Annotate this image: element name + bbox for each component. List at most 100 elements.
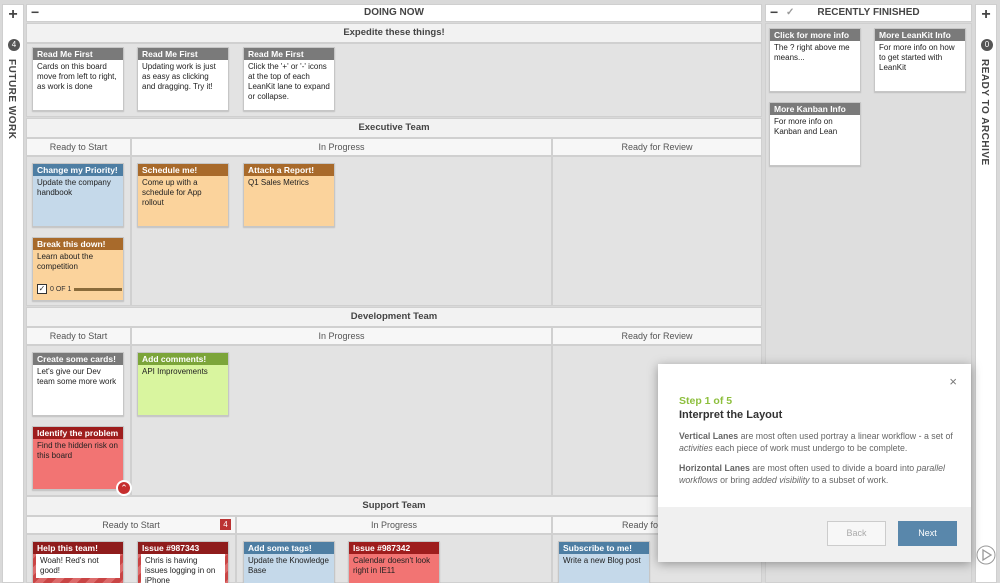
card-help-team[interactable]: Help this team! Woah! Red's not good! [32, 541, 124, 583]
paragraph-text: to a subset of work. [809, 475, 889, 485]
card-title: Click for more info [770, 29, 860, 41]
tour-paragraph-horizontal: Horizontal Lanes are most often used to … [679, 462, 954, 486]
card-title: More LeanKit Info [875, 29, 965, 41]
ready-to-archive-count: 0 [981, 39, 993, 51]
wip-count-badge: 4 [220, 519, 231, 530]
back-button[interactable]: Back [827, 521, 886, 546]
col-ready-for-review[interactable]: Ready for Review [552, 138, 762, 156]
recently-finished-header: − ✓ RECENTLY FINISHED [765, 4, 972, 22]
col-ready-to-start[interactable]: Ready to Start [26, 138, 131, 156]
card-title: Read Me First [138, 48, 228, 60]
card-schedule[interactable]: Schedule me! Come up with a schedule for… [137, 163, 229, 227]
ready-to-archive-lane[interactable]: + 0 READY TO ARCHIVE [975, 4, 997, 583]
doing-now-title: DOING NOW [364, 7, 424, 18]
card-change-priority[interactable]: Change my Priority! Update the company h… [32, 163, 124, 227]
col-ready-to-start[interactable]: Ready to Start 4 [26, 516, 236, 534]
col-ready-for-review[interactable]: Ready for Review [552, 327, 762, 345]
card-title: Change my Priority! [33, 164, 123, 176]
card-read-me-first[interactable]: Read Me First Cards on this board move f… [32, 47, 124, 111]
col-in-progress[interactable]: In Progress [236, 516, 552, 534]
add-lane-icon[interactable]: + [976, 7, 996, 23]
tour-paragraph-vertical: Vertical Lanes are most often used portr… [679, 430, 954, 454]
card-title: More Kanban Info [770, 103, 860, 115]
tour-title: Interpret the Layout [679, 409, 783, 421]
collapse-icon[interactable]: − [31, 5, 39, 20]
checkbox-icon[interactable]: ✓ [37, 284, 47, 294]
card-title: Read Me First [244, 48, 334, 60]
chevron-up-icon[interactable]: ⌃ [116, 480, 132, 496]
card-more-kanban-info[interactable]: More Kanban Info For more info on Kanban… [769, 102, 861, 166]
check-icon: ✓ [786, 7, 795, 18]
doing-now-header: − DOING NOW [26, 4, 762, 22]
close-icon[interactable]: × [949, 374, 957, 389]
col-in-progress[interactable]: In Progress [131, 327, 552, 345]
card-title: Issue #987343 [138, 542, 228, 554]
card-body: Click the '+' or '-' icons at the top of… [248, 62, 330, 101]
card-title: Identify the problem [33, 427, 123, 439]
card-title: Create some cards! [33, 353, 123, 365]
card-title: Add comments! [138, 353, 228, 365]
card-body: The ? right above me means... [774, 43, 850, 62]
card-title: Read Me First [33, 48, 123, 60]
paragraph-text: are most often used to divide a board in… [749, 463, 917, 473]
recently-finished-title: RECENTLY FINISHED [817, 7, 920, 18]
tour-dialog: × Step 1 of 5 Interpret the Layout Verti… [658, 364, 971, 562]
card-body: Calendar doesn't look right in IE11 [353, 556, 431, 575]
lane-support[interactable]: Support Team [26, 496, 762, 516]
card-click-more-info[interactable]: Click for more info The ? right above me… [769, 28, 861, 92]
col-label: Ready to Start [102, 520, 160, 530]
card-title: Help this team! [33, 542, 123, 554]
card-break-down[interactable]: Break this down! Learn about the competi… [32, 237, 124, 301]
emphasis: activities [679, 443, 713, 453]
card-body: Let's give our Dev team some more work [37, 367, 117, 386]
future-work-label: FUTURE WORK [6, 59, 17, 140]
card-body: Cards on this board move from left to ri… [37, 62, 117, 91]
card-title: Subscribe to me! [559, 542, 649, 554]
lane-executive[interactable]: Executive Team [26, 118, 762, 138]
card-add-tags[interactable]: Add some tags! Update the Knowledge Base [243, 541, 335, 583]
card-body: Chris is having issues logging in on iPh… [141, 554, 225, 583]
card-body: For more info on how to get started with… [879, 43, 955, 72]
ready-to-archive-label: READY TO ARCHIVE [979, 59, 990, 166]
progress-bar [74, 287, 123, 291]
card-body: Q1 Sales Metrics [248, 178, 309, 187]
lane-development[interactable]: Development Team [26, 307, 762, 327]
add-lane-icon[interactable]: + [3, 7, 23, 23]
emphasis: added visibility [752, 475, 810, 485]
term-horizontal-lanes: Horizontal Lanes [679, 463, 750, 473]
col-ready-to-start[interactable]: Ready to Start [26, 327, 131, 345]
card-identify-problem[interactable]: Identify the problem Find the hidden ris… [32, 426, 124, 490]
card-title: Attach a Report! [244, 164, 334, 176]
play-tour-icon[interactable] [976, 543, 996, 567]
card-body: For more info on Kanban and Lean [774, 117, 838, 136]
tour-footer: Back Next [658, 507, 971, 562]
card-body: API Improvements [142, 367, 208, 376]
card-read-me-first[interactable]: Read Me First Updating work is just as e… [137, 47, 229, 111]
card-subscribe[interactable]: Subscribe to me! Write a new Blog post [558, 541, 650, 583]
task-progress[interactable]: ✓ 0 OF 1 [37, 284, 123, 294]
cell-exec-review [552, 156, 762, 306]
lane-expedite[interactable]: Expedite these things! [26, 23, 762, 43]
card-body: Write a new Blog post [563, 556, 641, 565]
card-more-leankit-info[interactable]: More LeanKit Info For more info on how t… [874, 28, 966, 92]
term-vertical-lanes: Vertical Lanes [679, 431, 739, 441]
card-attach-report[interactable]: Attach a Report! Q1 Sales Metrics [243, 163, 335, 227]
collapse-icon[interactable]: − [770, 5, 778, 20]
paragraph-text: or bring [717, 475, 753, 485]
col-in-progress[interactable]: In Progress [131, 138, 552, 156]
card-create-cards[interactable]: Create some cards! Let's give our Dev te… [32, 352, 124, 416]
card-body: Woah! Red's not good! [36, 554, 120, 578]
card-title: Break this down! [33, 238, 123, 250]
future-work-lane[interactable]: + 4 FUTURE WORK [2, 4, 24, 583]
card-body: Update the Knowledge Base [248, 556, 329, 575]
card-read-me-first[interactable]: Read Me First Click the '+' or '-' icons… [243, 47, 335, 111]
next-button[interactable]: Next [898, 521, 957, 546]
card-body: Come up with a schedule for App rollout [142, 178, 202, 207]
card-issue-987343[interactable]: Issue #987343 Chris is having issues log… [137, 541, 229, 583]
card-body: Learn about the competition [37, 252, 94, 271]
card-title: Add some tags! [244, 542, 334, 554]
card-issue-987342[interactable]: Issue #987342 Calendar doesn't look righ… [348, 541, 440, 583]
card-body: Updating work is just as easy as clickin… [142, 62, 216, 91]
future-work-count: 4 [8, 39, 20, 51]
card-add-comments[interactable]: Add comments! API Improvements [137, 352, 229, 416]
